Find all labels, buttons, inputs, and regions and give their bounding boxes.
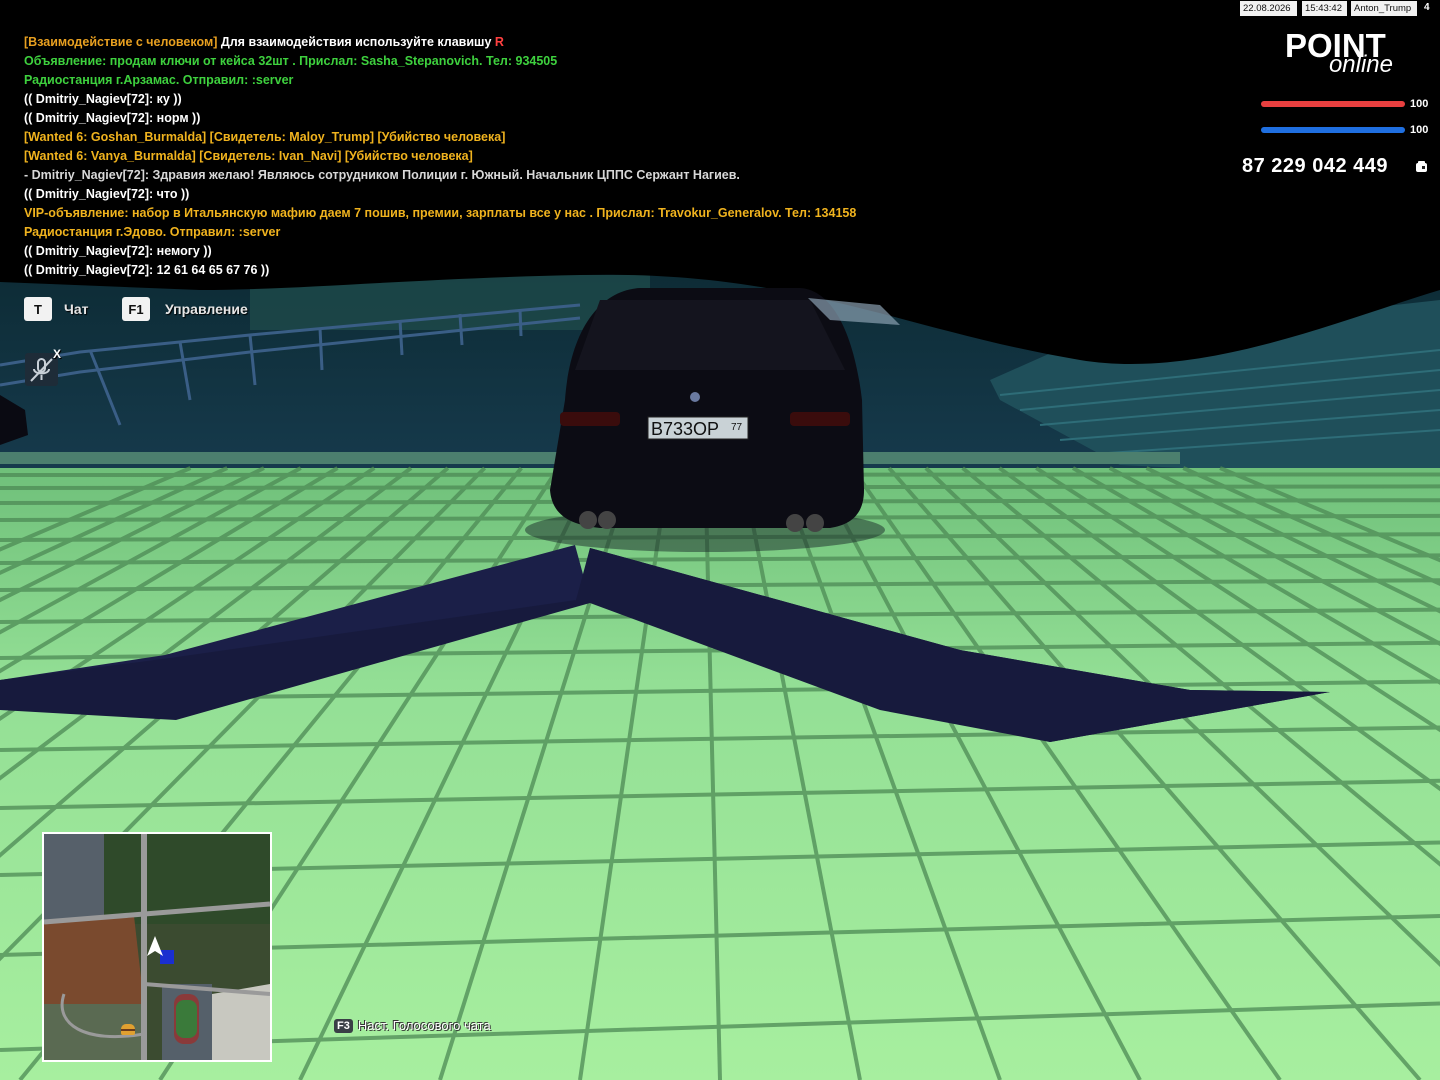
health-bar-fill bbox=[1261, 101, 1405, 107]
mic-close-icon[interactable]: X bbox=[53, 347, 61, 361]
player-name-display: Anton_Trump bbox=[1351, 1, 1417, 16]
chat-line: Радиостанция г.Арзамас. Отправил: :serve… bbox=[24, 73, 294, 87]
chat-line: Радиостанция г.Эдово. Отправил: :server bbox=[24, 225, 281, 239]
minimap bbox=[42, 832, 272, 1062]
chat-line-prefix: [Взаимодействие с человеком] bbox=[24, 35, 218, 49]
minimap-marker bbox=[160, 950, 174, 964]
mic-indicator[interactable]: X bbox=[25, 347, 61, 386]
chat-line: (( Dmitriy_Nagiev[72]: 12 61 64 65 67 76… bbox=[24, 263, 270, 277]
time-display: 15:43:42 bbox=[1302, 1, 1347, 16]
player-id-display: 4 bbox=[1424, 2, 1430, 13]
control-hint[interactable]: F1 Управление bbox=[122, 297, 248, 321]
armor-bar-track bbox=[1261, 127, 1405, 133]
chat-line: [Wanted 6: Goshan_Burmalda] [Свидетель: … bbox=[24, 130, 506, 144]
chat-hint-label: Чат bbox=[64, 301, 89, 317]
chat-line-body: Для взаимодействия используйте клавишу bbox=[217, 35, 495, 49]
plate-number: В733ОР bbox=[651, 419, 719, 439]
chat-log: [Взаимодействие с человеком] Для взаимод… bbox=[24, 33, 1024, 280]
voice-settings-hint[interactable]: F3 Наст. Голосового чата bbox=[334, 1018, 491, 1033]
minimap-render bbox=[44, 834, 270, 1060]
money-display: 87 229 042 449 bbox=[1242, 155, 1389, 177]
chat-hint[interactable]: T Чат bbox=[24, 297, 88, 321]
chat-line: (( Dmitriy_Nagiev[72]: немогу )) bbox=[24, 244, 212, 258]
chat-line: VIP-объявление: набор в Итальянскую мафи… bbox=[24, 206, 857, 220]
chat-line: (( Dmitriy_Nagiev[72]: ку )) bbox=[24, 92, 182, 106]
burger-icon bbox=[121, 1024, 135, 1036]
chat-line: [Wanted 6: Vanya_Burmalda] [Свидетель: I… bbox=[24, 149, 473, 163]
armor-value: 100 bbox=[1410, 124, 1429, 136]
chat-key[interactable]: T bbox=[24, 297, 52, 321]
control-hint-label: Управление bbox=[165, 301, 248, 317]
voice-settings-key[interactable]: F3 bbox=[334, 1018, 353, 1033]
plate-region: 77 bbox=[731, 422, 743, 433]
wallet-icon bbox=[1415, 160, 1428, 178]
armor-bar-fill bbox=[1261, 127, 1405, 133]
chat-line: - Dmitriy_Nagiev[72]: Здравия желаю! Явл… bbox=[24, 168, 740, 182]
chat-line: (( Dmitriy_Nagiev[72]: норм )) bbox=[24, 111, 201, 125]
chat-line: (( Dmitriy_Nagiev[72]: что )) bbox=[24, 187, 190, 201]
logo-online: online bbox=[1328, 51, 1393, 78]
control-key[interactable]: F1 bbox=[122, 297, 150, 321]
server-logo: POINT online bbox=[1285, 29, 1415, 82]
chat-line: [Взаимодействие с человеком] Для взаимод… bbox=[24, 33, 1024, 52]
license-plate: В733ОР 77 bbox=[647, 416, 749, 440]
date-display: 22.08.2026 bbox=[1240, 1, 1297, 16]
health-bar-track bbox=[1261, 101, 1405, 107]
chat-line: Объявление: продам ключи от кейса 32шт .… bbox=[24, 54, 558, 68]
voice-settings-label: Наст. Голосового чата bbox=[357, 1018, 491, 1033]
chat-line-key: R bbox=[494, 35, 504, 49]
health-value: 100 bbox=[1410, 98, 1429, 110]
